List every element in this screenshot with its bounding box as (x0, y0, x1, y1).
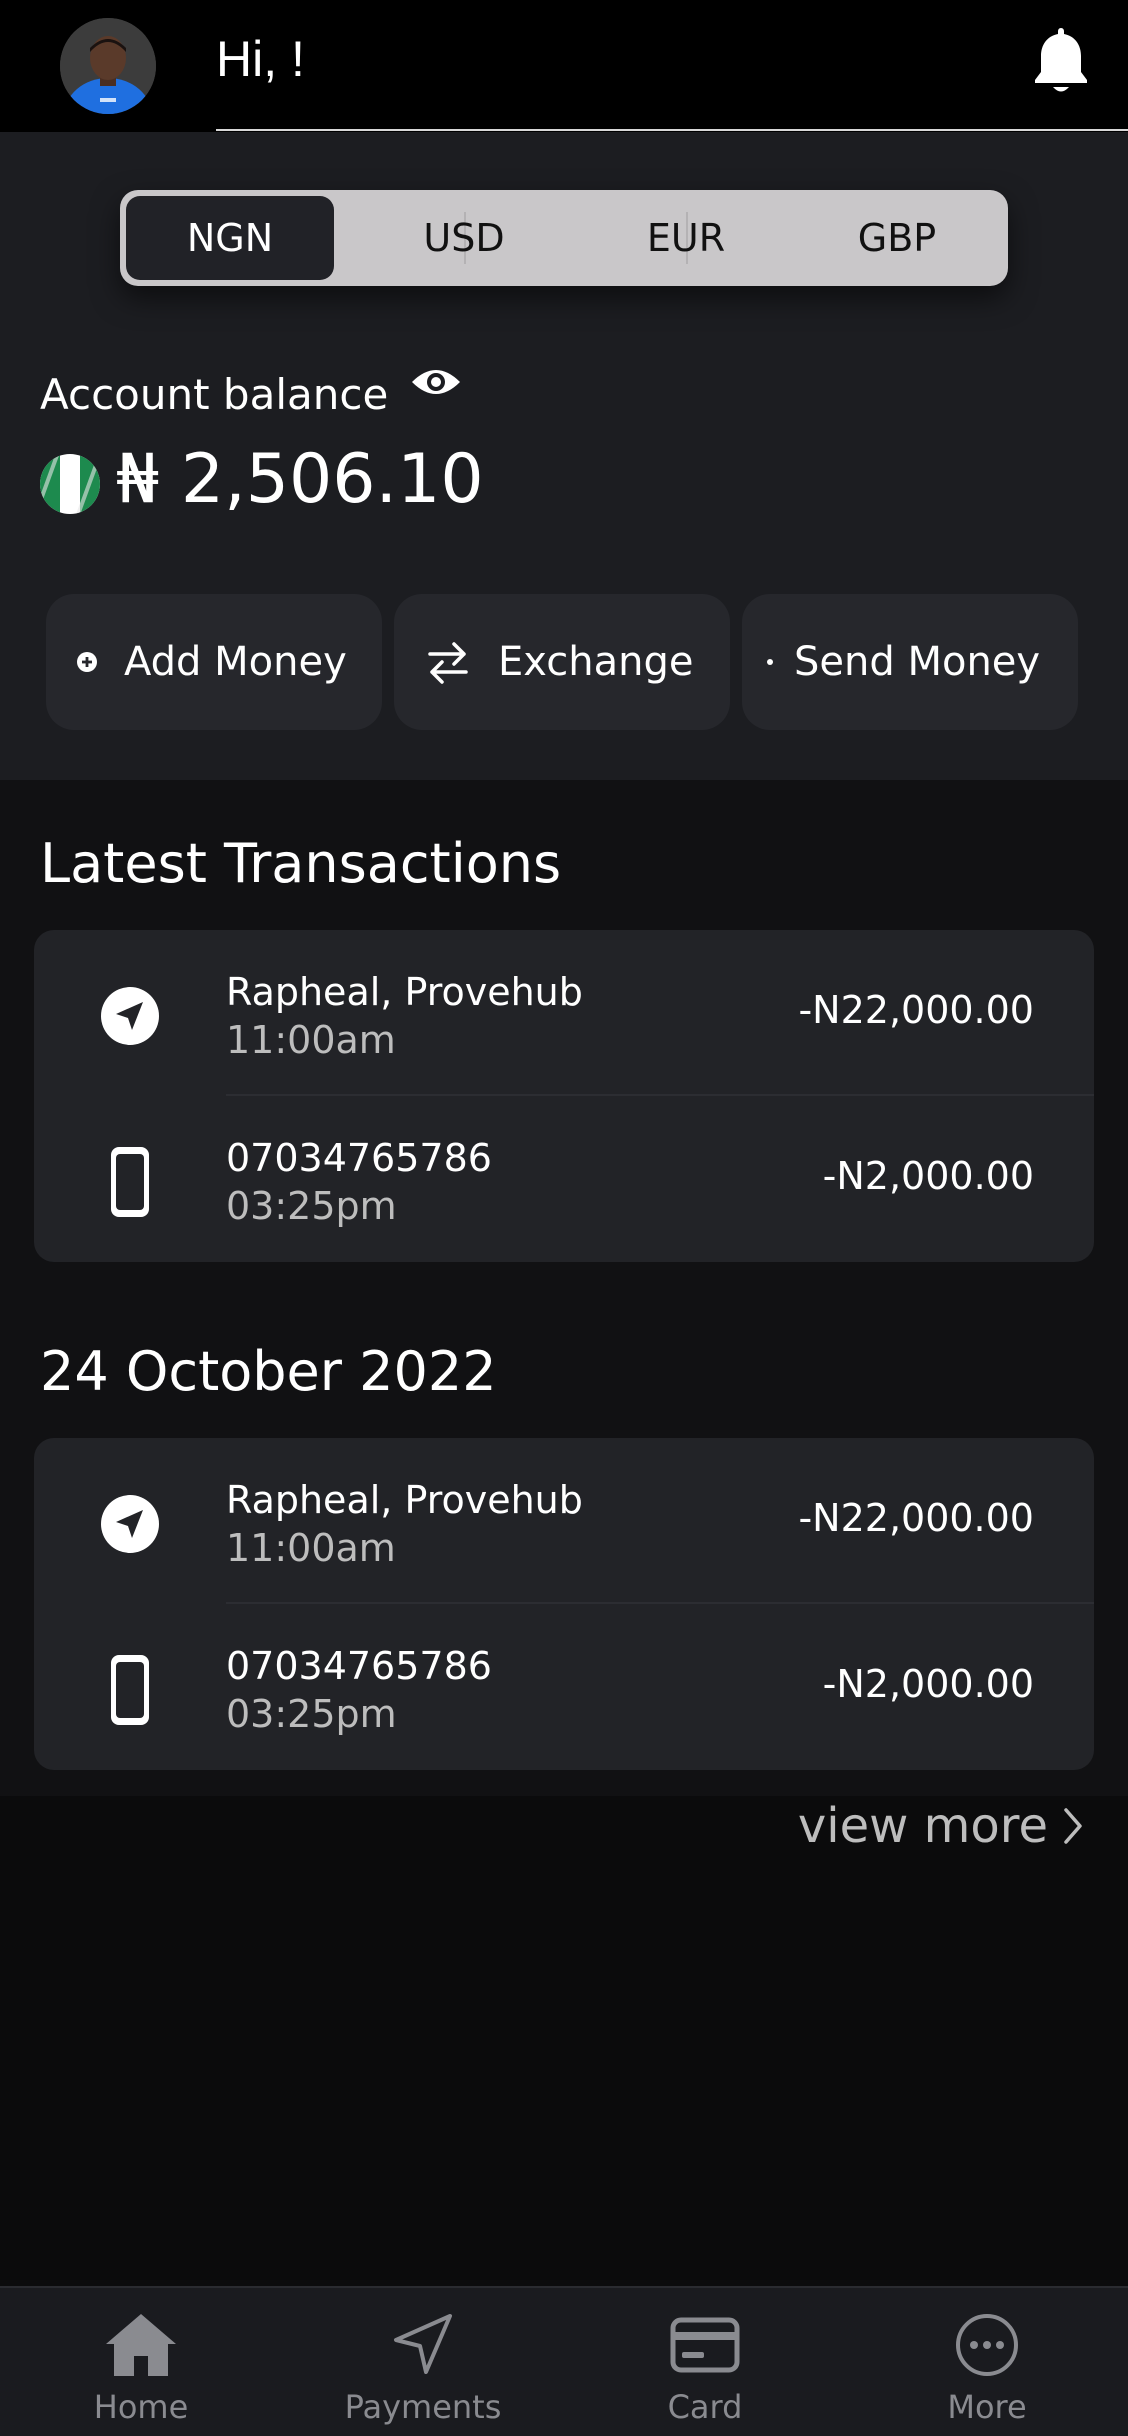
balance-amount: ₦ 2,506.10 (116, 440, 484, 519)
app-header: Hi, ! (0, 0, 1128, 132)
currency-selector: NGN USD EUR GBP (120, 190, 1008, 286)
tab-eur[interactable]: EUR (575, 190, 797, 286)
nav-home-label: Home (93, 2388, 189, 2426)
transaction-name: 07034765786 (226, 1644, 492, 1688)
balance-label: Account balance (40, 370, 389, 419)
phone-icon (98, 1654, 162, 1726)
add-money-label: Add Money (124, 639, 347, 685)
transactions-card: Rapheal, Provehub 11:00am -N22,000.00 07… (34, 1438, 1094, 1770)
add-money-button[interactable]: Add Money (46, 594, 382, 730)
plus-circle-icon (77, 652, 97, 672)
send-money-button[interactable]: Send Money (742, 594, 1078, 730)
transaction-time: 11:00am (226, 1018, 396, 1062)
header-divider (216, 129, 1128, 131)
nav-more-label: More (947, 2388, 1027, 2426)
tab-gbp[interactable]: GBP (786, 190, 1008, 286)
view-more-link[interactable]: view more (798, 1798, 1084, 1854)
send-arrow-icon (98, 980, 162, 1052)
more-dots-icon (950, 2312, 1024, 2378)
user-avatar[interactable] (60, 18, 156, 114)
transaction-name: Rapheal, Provehub (226, 970, 583, 1014)
exchange-button[interactable]: Exchange (394, 594, 730, 730)
send-money-label: Send Money (794, 639, 1041, 685)
eye-icon[interactable] (410, 364, 462, 400)
section-title: 24 October 2022 (40, 1340, 497, 1403)
transaction-amount: -N2,000.00 (822, 1662, 1034, 1706)
credit-card-icon (668, 2312, 742, 2378)
bell-icon[interactable] (1030, 24, 1092, 96)
transaction-amount: -N22,000.00 (798, 1496, 1034, 1540)
transaction-time: 11:00am (226, 1526, 396, 1570)
nav-card[interactable]: Card (564, 2288, 846, 2436)
chevron-right-icon (1064, 1808, 1082, 1844)
balance-panel: NGN USD EUR GBP Account balance ₦ 2,506.… (0, 132, 1128, 780)
transaction-row[interactable]: 07034765786 03:25pm -N2,000.00 (34, 1096, 1094, 1262)
transaction-name: Rapheal, Provehub (226, 1478, 583, 1522)
greeting-text: Hi, ! (216, 31, 305, 87)
view-more-label: view more (797, 1798, 1048, 1854)
nav-card-label: Card (667, 2388, 743, 2426)
tab-usd[interactable]: USD (353, 190, 575, 286)
navigation-arrow-icon (386, 2312, 460, 2378)
dated-transactions-section: 24 October 2022 Rapheal, Provehub 11:00a… (0, 1288, 1128, 1796)
nav-home[interactable]: Home (0, 2288, 282, 2436)
bottom-navigation: Home Payments Card More (0, 2286, 1128, 2436)
transaction-row[interactable]: 07034765786 03:25pm -N2,000.00 (34, 1604, 1094, 1770)
transaction-time: 03:25pm (226, 1692, 397, 1736)
nav-more[interactable]: More (846, 2288, 1128, 2436)
nav-payments-label: Payments (344, 2388, 502, 2426)
nav-payments[interactable]: Payments (282, 2288, 564, 2436)
transaction-amount: -N2,000.00 (822, 1154, 1034, 1198)
transaction-row[interactable]: Rapheal, Provehub 11:00am -N22,000.00 (34, 930, 1094, 1096)
latest-transactions-section: Latest Transactions Rapheal, Provehub 11… (0, 780, 1128, 1288)
nigeria-flag (40, 454, 100, 514)
exchange-label: Exchange (498, 639, 694, 685)
transactions-card: Rapheal, Provehub 11:00am -N22,000.00 07… (34, 930, 1094, 1262)
transaction-time: 03:25pm (226, 1184, 397, 1228)
transaction-amount: -N22,000.00 (798, 988, 1034, 1032)
tab-ngn[interactable]: NGN (126, 196, 334, 280)
transaction-row[interactable]: Rapheal, Provehub 11:00am -N22,000.00 (34, 1438, 1094, 1604)
section-title: Latest Transactions (40, 832, 562, 895)
exchange-arrows-icon (428, 642, 468, 684)
send-arrow-icon (98, 1488, 162, 1560)
home-icon (104, 2312, 178, 2378)
transaction-name: 07034765786 (226, 1136, 492, 1180)
dot-icon (767, 659, 773, 665)
avatar-photo (60, 18, 156, 114)
phone-icon (98, 1146, 162, 1218)
